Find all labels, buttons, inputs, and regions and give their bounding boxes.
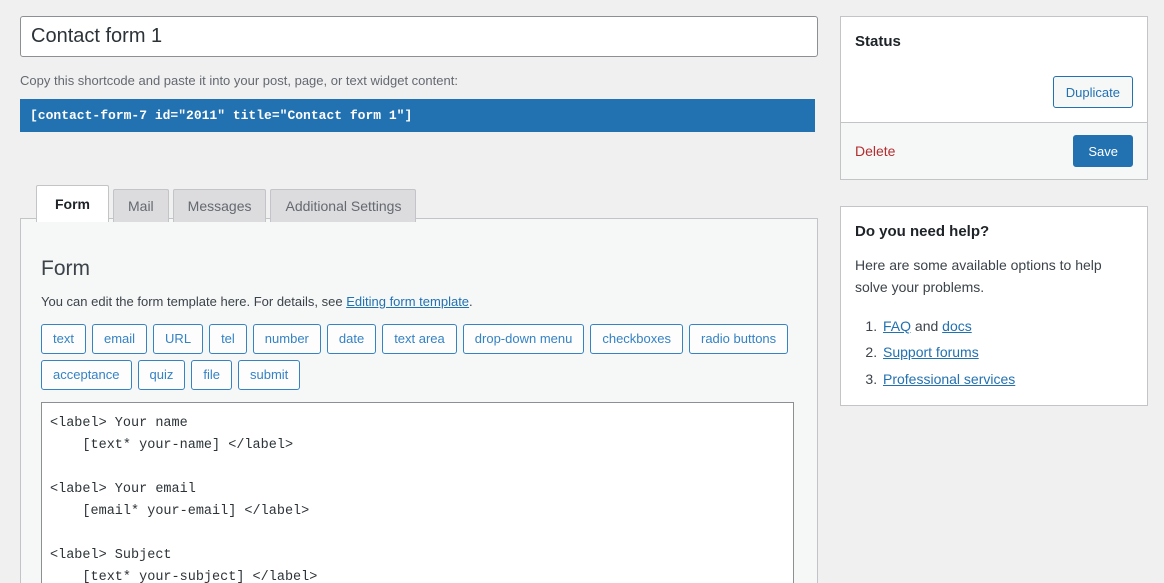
editor-tabs: Form Mail Messages Additional Settings [36, 185, 420, 222]
tab-additional-settings[interactable]: Additional Settings [270, 189, 417, 222]
tab-messages-label: Messages [187, 198, 252, 214]
tag-button-url[interactable]: URL [153, 323, 204, 354]
status-box-actions: Duplicate [841, 76, 1147, 122]
docs-link[interactable]: docs [942, 318, 972, 334]
help-list-item: Professional services [881, 366, 1133, 393]
professional-services-link[interactable]: Professional services [883, 371, 1015, 387]
editing-form-template-link[interactable]: Editing form template [346, 294, 469, 309]
help-box-body: Do you need help? Here are some availabl… [841, 207, 1147, 405]
form-description-text-before: You can edit the form template here. For… [41, 294, 347, 310]
help-box: Do you need help? Here are some availabl… [840, 206, 1148, 406]
contact-form-editor-screen: Copy this shortcode and paste it into yo… [0, 0, 1164, 583]
faq-middle-text: and [911, 317, 943, 334]
status-box-title: Status [855, 33, 901, 50]
tag-button-number[interactable]: number [252, 323, 321, 354]
tab-form-label: Form [55, 196, 90, 212]
shortcode-container [20, 98, 815, 132]
tag-button-row: acceptance quiz file submit [41, 359, 797, 390]
tag-button-text-area[interactable]: text area [382, 323, 457, 354]
tag-button-date[interactable]: date [326, 323, 377, 354]
tab-mail-label: Mail [128, 198, 154, 214]
status-box-body: Status [841, 17, 1147, 76]
tag-button-email[interactable]: email [91, 323, 148, 354]
tab-mail[interactable]: Mail [113, 189, 169, 222]
help-list-item: FAQ and docs [881, 313, 1133, 340]
tag-button-drop-down-menu[interactable]: drop-down menu [462, 323, 585, 354]
tab-form[interactable]: Form [36, 185, 109, 222]
tag-button-acceptance[interactable]: acceptance [41, 359, 132, 390]
help-box-title: Do you need help? [855, 223, 990, 240]
form-template-textarea[interactable] [41, 401, 794, 583]
form-description-text-after: . [469, 294, 473, 310]
form-panel-inner: Form You can edit the form template here… [21, 219, 817, 583]
help-list-item: Support forums [881, 339, 1133, 366]
faq-link[interactable]: FAQ [883, 318, 911, 334]
tag-button-file[interactable]: file [191, 359, 232, 390]
save-button[interactable]: Save [1073, 135, 1133, 167]
duplicate-button[interactable]: Duplicate [1052, 76, 1133, 108]
tag-button-row: text email URL tel number date text area… [41, 323, 797, 354]
tab-additional-settings-label: Additional Settings [285, 198, 402, 214]
tag-button-checkboxes[interactable]: checkboxes [590, 323, 683, 354]
status-box: Status Duplicate Delete Save [840, 16, 1148, 180]
tag-button-quiz[interactable]: quiz [137, 359, 186, 390]
tab-messages[interactable]: Messages [172, 189, 267, 222]
delete-link[interactable]: Delete [855, 143, 895, 159]
shortcode-description: Copy this shortcode and paste it into yo… [20, 73, 458, 88]
tag-button-radio-buttons[interactable]: radio buttons [689, 323, 789, 354]
form-panel-description: You can edit the form template here. For… [41, 292, 797, 312]
form-tab-panel: Form You can edit the form template here… [20, 218, 818, 583]
editor-sidebar: Status Duplicate Delete Save Do you need… [840, 16, 1148, 432]
help-links-list: FAQ and docs Support forums Professional… [855, 313, 1133, 393]
form-editor-main-column: Copy this shortcode and paste it into yo… [20, 16, 818, 132]
support-forums-link[interactable]: Support forums [883, 344, 979, 360]
form-tag-generator-buttons: text email URL tel number date text area… [41, 323, 797, 390]
tag-button-text[interactable]: text [41, 323, 86, 354]
form-panel-heading: Form [41, 257, 90, 280]
tag-button-tel[interactable]: tel [209, 323, 247, 354]
help-box-text: Here are some available options to help … [855, 257, 1102, 296]
status-box-footer: Delete Save [841, 122, 1147, 179]
form-title-input[interactable] [20, 16, 818, 57]
shortcode-input[interactable] [20, 98, 815, 132]
tag-button-submit[interactable]: submit [237, 359, 301, 390]
